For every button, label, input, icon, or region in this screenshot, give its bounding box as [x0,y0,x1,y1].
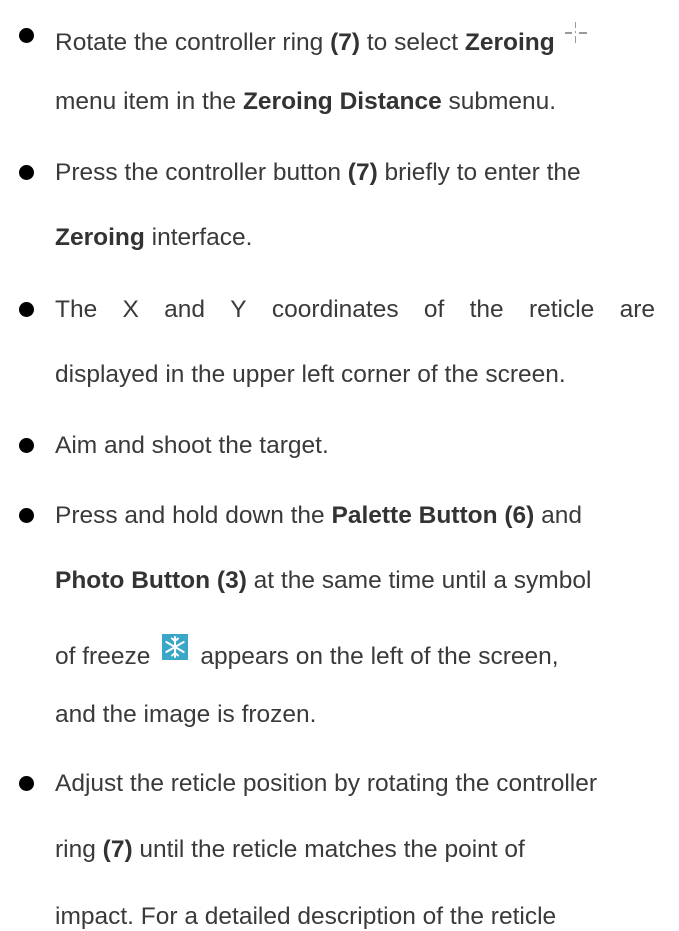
text-run: appears on the left of the screen, [200,643,559,670]
text-line: and the image is frozen. [55,701,317,729]
bullet-dot [19,776,34,791]
bullet-dot [19,28,34,43]
bold-text: (7) [102,836,133,863]
text-line: Press the controller button (7) briefly … [55,159,581,187]
bold-text: (7) [347,159,378,186]
bold-text: Zeroing [464,29,555,56]
bullet-dot [19,508,34,523]
text-line: displayed in the upper left corner of th… [55,361,566,389]
bullet-dot [19,302,34,317]
bullet-dot [19,165,34,180]
text-line: ring (7) until the reticle matches the p… [55,836,525,864]
text-line: Rotate the controller ring (7) to select… [55,22,587,56]
text-line: of freeze appears on the left of the scre… [55,634,559,670]
crosshair-icon [564,22,587,44]
text-line: Press and hold down the Palette Button (… [55,502,582,530]
text-run: menu item in the [55,88,243,115]
freeze-icon [162,634,189,660]
text-run: submenu. [441,88,557,115]
word: coordinates [271,296,399,323]
text-run: Adjust the reticle position by rotating … [55,770,598,797]
text-run: and the image is frozen. [55,701,317,728]
text-run: Press the controller button [55,159,348,186]
bold-text: Zeroing Distance [242,88,442,115]
text-run: to select [360,29,465,56]
text-run: Aim and shoot the target. [55,432,329,459]
word: the [469,296,504,323]
word: Y [230,296,247,323]
text-run: briefly to enter the [377,159,581,186]
text-run: displayed in the upper left corner of th… [55,361,566,388]
text-line: Adjust the reticle position by rotating … [55,770,597,798]
bold-text: Palette Button (6) [331,502,535,529]
text-run: Press and hold down the [55,502,332,529]
word: X [122,296,139,323]
word: of [423,296,445,323]
text-run: at the same time until a symbol [246,567,592,594]
word: The [55,296,98,323]
text-run: ring [55,836,103,863]
text-line: Zeroing interface. [55,224,252,252]
text-run: and [534,502,582,529]
text-line: Photo Button (3) at the same time until … [55,567,591,595]
word: are [619,296,655,323]
text-line: The Xand Ycoordinates of the reticle are [55,296,655,324]
word: reticle [528,296,595,323]
text-line: menu item in the Zeroing Distance submen… [55,88,556,116]
bullet-dot [19,438,34,453]
text-line: impact. For a detailed description of th… [55,903,556,931]
text-run: until the reticle matches the point of [132,836,525,863]
text-run: of freeze [55,643,151,670]
text-run: interface. [144,224,253,251]
text-run: impact. For a detailed description of th… [55,903,557,930]
bold-text: Zeroing [55,224,145,251]
bold-text: (7) [330,29,361,56]
word: and [164,296,206,323]
text-line: Aim and shoot the target. [55,432,329,460]
bold-text: Photo Button (3) [55,567,247,594]
text-run: Rotate the controller ring [55,29,331,56]
